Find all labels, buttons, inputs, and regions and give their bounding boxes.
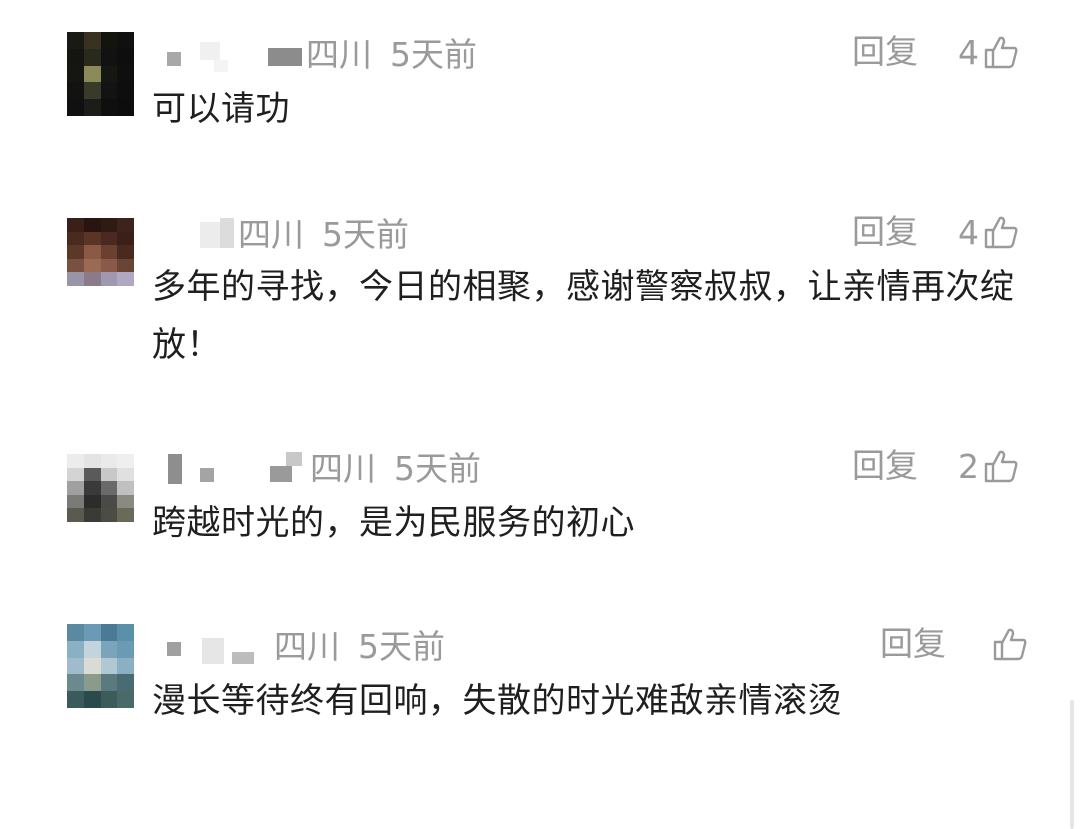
thumbs-up-icon bbox=[984, 450, 1018, 483]
comment-text: 可以请功 bbox=[152, 89, 290, 129]
username-blurred[interactable] bbox=[152, 446, 306, 486]
reply-button[interactable]: 回复 bbox=[852, 32, 918, 72]
comment-meta: 四川 5天前 bbox=[152, 32, 477, 74]
avatar[interactable] bbox=[67, 32, 134, 116]
avatar[interactable] bbox=[67, 218, 134, 286]
like-button[interactable]: 4 bbox=[958, 212, 1019, 252]
comment-text: 漫长等待终有回响，失散的时光难敌亲情滚烫 bbox=[152, 681, 842, 721]
scrollbar[interactable] bbox=[1070, 700, 1074, 829]
reply-button[interactable]: 回复 bbox=[852, 446, 918, 486]
like-button[interactable]: 2 bbox=[958, 446, 1019, 486]
comment-region: 四川 bbox=[238, 215, 304, 254]
thumbs-up-icon bbox=[993, 628, 1027, 661]
comment-time: 5天前 bbox=[394, 449, 481, 488]
avatar[interactable] bbox=[67, 454, 134, 522]
comment-meta: 四川 5天前 bbox=[152, 624, 445, 666]
avatar[interactable] bbox=[67, 624, 134, 708]
thumbs-up-icon bbox=[984, 36, 1018, 69]
comment-text: 多年的寻找，今日的相聚，感谢警察叔叔，让亲情再次绽放！ bbox=[152, 267, 1015, 365]
username-blurred[interactable] bbox=[152, 624, 270, 664]
comment-region: 四川 bbox=[310, 449, 376, 488]
like-count: 4 bbox=[958, 32, 979, 72]
comment-text: 跨越时光的，是为民服务的初心 bbox=[152, 503, 635, 543]
reply-button[interactable]: 回复 bbox=[880, 624, 946, 664]
username-blurred[interactable] bbox=[152, 212, 234, 252]
comment-region: 四川 bbox=[274, 627, 340, 666]
comment-time: 5天前 bbox=[322, 215, 409, 254]
like-count: 4 bbox=[958, 212, 979, 252]
comment-meta: 四川 5天前 bbox=[152, 446, 481, 488]
username-blurred[interactable] bbox=[152, 32, 302, 72]
comment-time: 5天前 bbox=[390, 35, 477, 74]
comment-time: 5天前 bbox=[358, 627, 445, 666]
comment-region: 四川 bbox=[306, 35, 372, 74]
like-count: 2 bbox=[958, 446, 979, 486]
comment-meta: 四川 5天前 bbox=[152, 212, 409, 254]
thumbs-up-icon bbox=[984, 216, 1018, 249]
like-button[interactable] bbox=[988, 624, 1028, 664]
like-button[interactable]: 4 bbox=[958, 32, 1019, 72]
reply-button[interactable]: 回复 bbox=[852, 212, 918, 252]
